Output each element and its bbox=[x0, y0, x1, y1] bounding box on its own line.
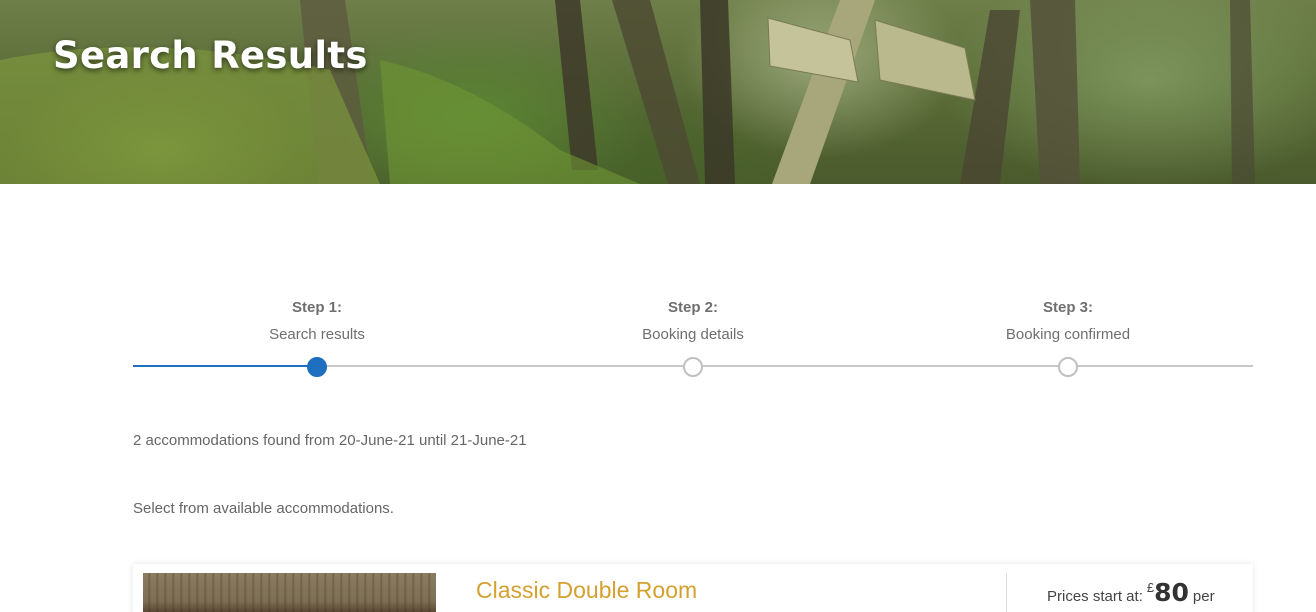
step-number: Step 2: bbox=[667, 299, 718, 316]
step-number: Step 1: bbox=[291, 299, 342, 316]
accommodation-card: Classic Double Room Prices start at:£80 p… bbox=[133, 564, 1253, 612]
room-photo[interactable] bbox=[143, 573, 436, 612]
stepper-progress bbox=[133, 365, 317, 367]
step-1-indicator bbox=[307, 357, 327, 377]
step-booking-details: Step 2: Booking details bbox=[573, 296, 813, 350]
step-3-indicator bbox=[1058, 357, 1078, 377]
price-currency: £ bbox=[1146, 580, 1155, 595]
price-amount: 80 bbox=[1154, 578, 1189, 607]
step-label: Search results bbox=[269, 326, 365, 343]
price-prefix: Prices start at: bbox=[1047, 588, 1143, 605]
step-number: Step 3: bbox=[1042, 299, 1093, 316]
booking-progress-stepper: Step 1: Search results Step 2: Booking d… bbox=[133, 296, 1253, 380]
step-2-indicator bbox=[683, 357, 703, 377]
room-title-link[interactable]: Classic Double Room bbox=[476, 577, 697, 604]
forest-background-image bbox=[0, 0, 1255, 184]
hero-banner: Search Results bbox=[0, 0, 1316, 184]
step-booking-confirmed: Step 3: Booking confirmed bbox=[948, 296, 1188, 350]
results-instruction: Select from available accommodations. bbox=[133, 500, 394, 517]
results-summary: 2 accommodations found from 20-June-21 u… bbox=[133, 432, 527, 449]
price-block: Prices start at:£80 per bbox=[1047, 578, 1215, 607]
price-unit: per bbox=[1192, 588, 1215, 605]
page-title: Search Results bbox=[53, 34, 368, 77]
step-label: Booking confirmed bbox=[1005, 326, 1131, 343]
step-search-results: Step 1: Search results bbox=[197, 296, 437, 350]
card-divider bbox=[1006, 573, 1007, 612]
step-label: Booking details bbox=[642, 326, 744, 343]
